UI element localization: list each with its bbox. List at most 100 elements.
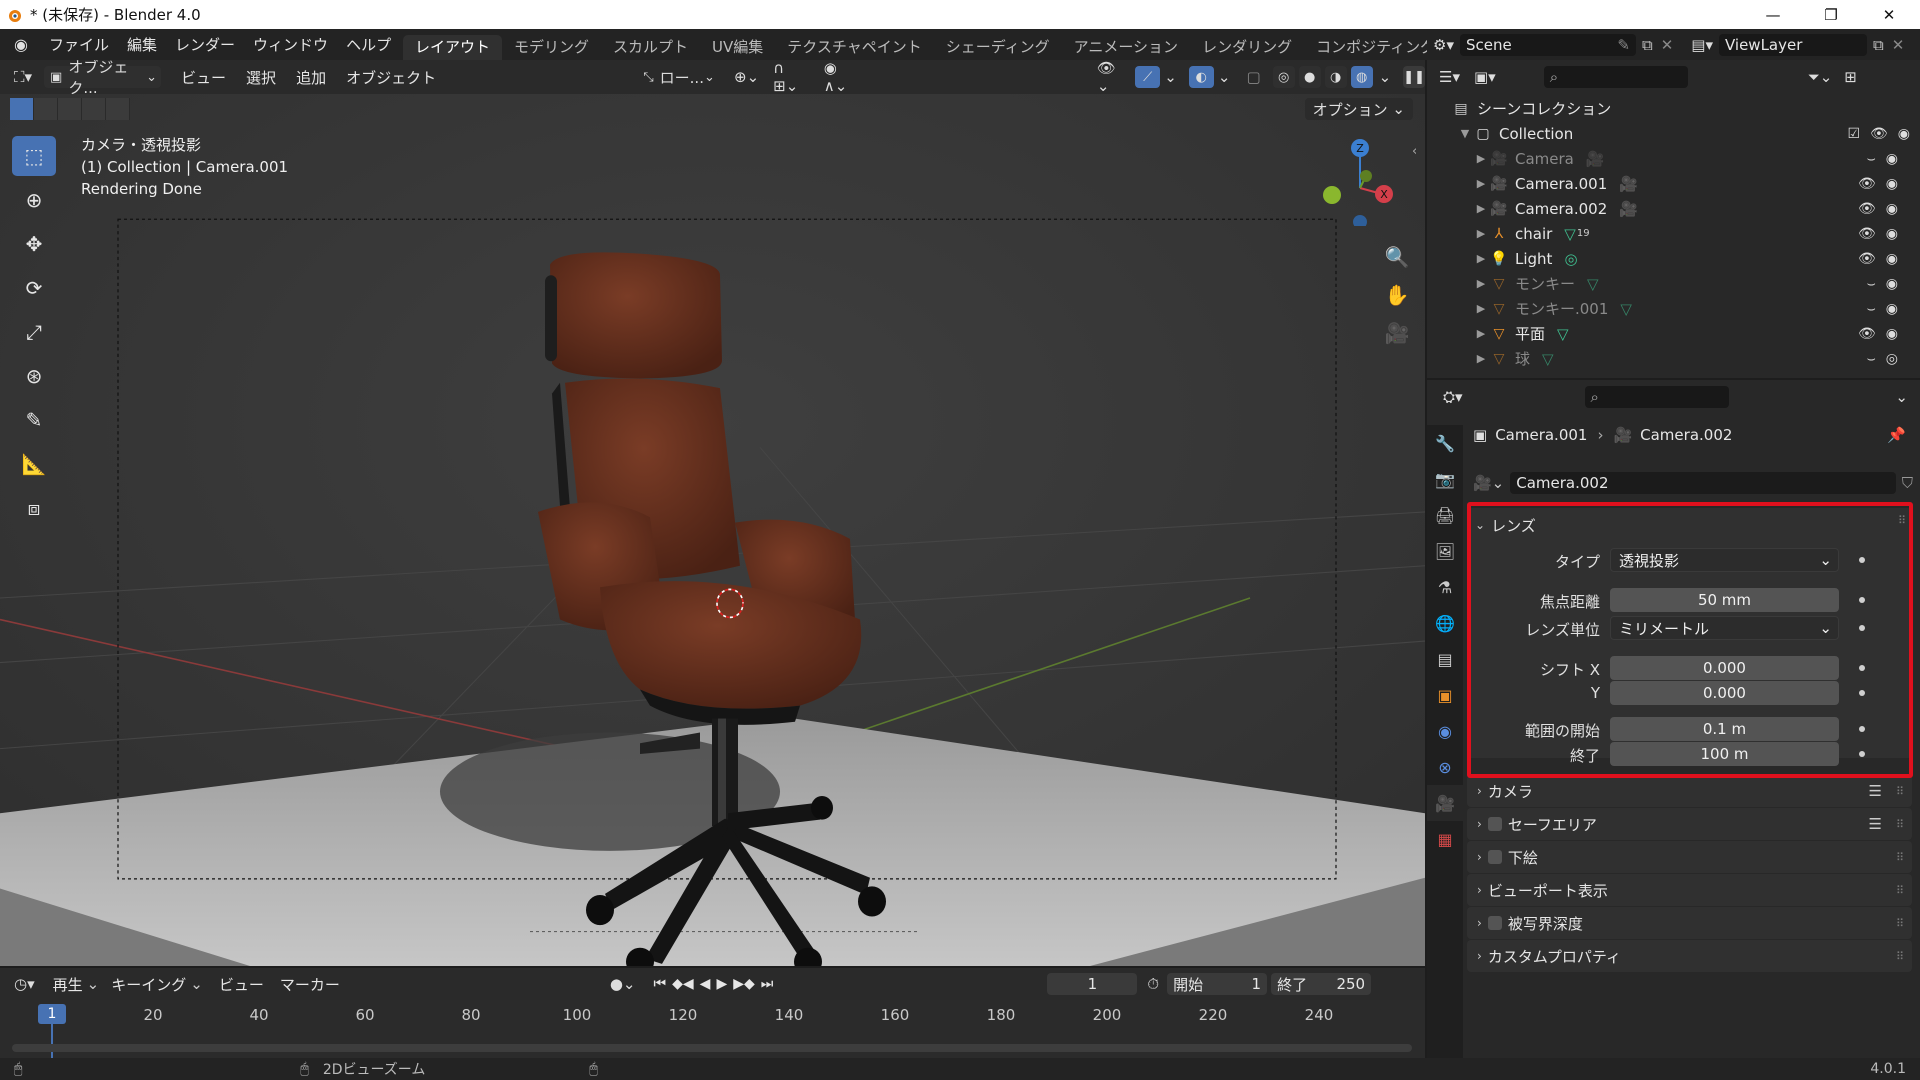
- transform-orientation-dropdown[interactable]: ⤡ ロー... ⌄: [636, 66, 722, 88]
- custom-properties-subpanel[interactable]: › カスタムプロパティ ⠿: [1467, 940, 1912, 972]
- tab-texture-paint[interactable]: テクスチャペイント: [775, 35, 933, 60]
- select-intersect-icon[interactable]: [106, 98, 130, 120]
- expand-arrow-icon[interactable]: ▶: [1473, 202, 1489, 215]
- tab-uv[interactable]: UV編集: [700, 35, 775, 60]
- select-extend-icon[interactable]: [34, 98, 58, 120]
- snap-icon[interactable]: ∩ ⊞⌄: [773, 60, 810, 95]
- solid-shading-icon[interactable]: ●: [1298, 66, 1321, 88]
- minimize-icon[interactable]: —: [1744, 0, 1802, 29]
- render-camera-icon[interactable]: ◉: [1886, 201, 1898, 217]
- camera-subpanel[interactable]: › カメラ ☰ ⠿: [1467, 775, 1912, 807]
- wireframe-shading-icon[interactable]: ◎: [1272, 66, 1295, 88]
- filter-icon[interactable]: ⏷⌄: [1808, 68, 1833, 86]
- preview-range-icon[interactable]: ⏱: [1147, 975, 1159, 993]
- eye-icon[interactable]: 👁: [1858, 201, 1876, 217]
- menu-file[interactable]: ファイル: [40, 34, 118, 55]
- menu-marker[interactable]: マーカー: [280, 974, 340, 995]
- maximize-icon[interactable]: ❐: [1802, 0, 1860, 29]
- depth-of-field-checkbox[interactable]: [1487, 916, 1502, 930]
- camera-data-tab-icon[interactable]: 🎥: [1427, 785, 1463, 821]
- menu-view[interactable]: ビュー: [181, 67, 226, 88]
- eye-icon[interactable]: 👁: [1870, 126, 1888, 142]
- new-scene-icon[interactable]: ⧉: [1642, 36, 1653, 54]
- options-dropdown[interactable]: オプション ⌄: [1304, 98, 1413, 120]
- camera-data-icon[interactable]: 🎥: [1619, 175, 1638, 193]
- pivot-icon[interactable]: ⊕⌄: [734, 68, 759, 86]
- pin-properties-icon[interactable]: 📌: [1887, 426, 1906, 444]
- new-viewlayer-icon[interactable]: ⧉: [1873, 36, 1884, 54]
- datablock-browse-icon[interactable]: 🎥⌄: [1473, 474, 1504, 492]
- auto-keying-icon[interactable]: ●⌄: [610, 975, 636, 993]
- tab-shading[interactable]: シェーディング: [934, 35, 1062, 60]
- render-camera-icon[interactable]: ◉: [1886, 226, 1898, 242]
- outliner-item-row[interactable]: ▶ ⅄ chair ▽ 19 👁 ◉: [1473, 221, 1920, 246]
- measure-tool-icon[interactable]: 📐: [12, 444, 56, 484]
- scale-tool-icon[interactable]: ⤢: [12, 312, 56, 352]
- eye-closed-icon[interactable]: ⌣: [1867, 301, 1876, 317]
- mesh-data-icon[interactable]: ▽: [1557, 325, 1569, 343]
- editor-type-icon[interactable]: ⛶▾: [14, 68, 32, 86]
- menu-keying[interactable]: キーイング: [111, 974, 186, 995]
- menu-object[interactable]: オブジェクト: [346, 67, 436, 88]
- outliner-item-row[interactable]: ▶ 💡 Light ◎ 👁 ◉: [1473, 246, 1920, 271]
- display-mode-icon[interactable]: ▣▾: [1474, 68, 1496, 86]
- timeline-editor-icon[interactable]: ◷▾: [14, 975, 35, 993]
- scene-icon[interactable]: ⚙▾: [1433, 36, 1454, 54]
- render-camera-icon[interactable]: ◎: [1886, 351, 1898, 367]
- prev-keyframe-icon[interactable]: ◆◀: [672, 976, 694, 992]
- collection-expand-icon[interactable]: ▼: [1457, 127, 1473, 140]
- render-camera-icon[interactable]: ◉: [1886, 276, 1898, 292]
- navigation-gizmo[interactable]: Z X: [1316, 136, 1396, 226]
- menu-window[interactable]: ウィンドウ: [244, 34, 337, 55]
- camera-data-icon[interactable]: 🎥: [1619, 200, 1638, 218]
- expand-arrow-icon[interactable]: ▶: [1473, 352, 1489, 365]
- eye-closed-icon[interactable]: ⌣: [1867, 151, 1876, 167]
- viewport-display-subpanel[interactable]: › ビューポート表示 ⠿: [1467, 874, 1912, 906]
- background-images-checkbox[interactable]: [1487, 850, 1502, 864]
- start-frame-field[interactable]: 開始 1: [1167, 973, 1268, 995]
- world-tab-icon[interactable]: 🌐: [1427, 605, 1463, 641]
- xray-icon[interactable]: ▢: [1246, 68, 1260, 86]
- mode-dropdown[interactable]: ▣ オブジェク... ⌄: [44, 60, 162, 97]
- tool-tab-icon[interactable]: 🔧: [1427, 425, 1463, 461]
- close-icon[interactable]: ✕: [1860, 0, 1918, 29]
- outliner-item-row[interactable]: ▶ 🎥 Camera.001 🎥 👁 ◉: [1473, 171, 1920, 196]
- output-tab-icon[interactable]: 🖨: [1427, 497, 1463, 533]
- outliner-editor-icon[interactable]: ☰▾: [1439, 68, 1460, 86]
- play-reverse-icon[interactable]: ◀: [700, 976, 711, 992]
- timeline-ruler[interactable]: 1 20 40 60 80 100 120 140 160 180 200 22…: [0, 1000, 1425, 1058]
- menu-help[interactable]: ヘルプ: [337, 34, 400, 55]
- outliner-item-row[interactable]: ▶ ▽ 平面 ▽ 👁 ◉: [1473, 321, 1920, 346]
- rotate-tool-icon[interactable]: ⟳: [12, 268, 56, 308]
- properties-editor-icon[interactable]: ⛭▾: [1443, 388, 1463, 406]
- texture-tab-icon[interactable]: ▦: [1427, 821, 1463, 857]
- new-collection-icon[interactable]: ⊞: [1844, 68, 1857, 86]
- eye-icon[interactable]: 👁: [1858, 326, 1876, 342]
- add-cube-tool-icon[interactable]: ⧈: [12, 488, 56, 528]
- light-data-icon[interactable]: ◎: [1564, 250, 1577, 268]
- viewlayer-icon[interactable]: ▤▾: [1691, 36, 1713, 54]
- outliner-search-input[interactable]: ⌕: [1543, 66, 1688, 88]
- cursor-tool-icon[interactable]: ⊕: [12, 180, 56, 220]
- eye-closed-icon[interactable]: ⌣: [1867, 276, 1876, 292]
- expand-arrow-icon[interactable]: ▶: [1473, 277, 1489, 290]
- tab-animation[interactable]: アニメーション: [1062, 35, 1190, 60]
- zoom-icon[interactable]: 🔍: [1380, 240, 1414, 274]
- menu-timeline-view[interactable]: ビュー: [219, 974, 264, 995]
- render-camera-icon[interactable]: ◉: [1886, 176, 1898, 192]
- constraints-tab-icon[interactable]: ⊗: [1427, 749, 1463, 785]
- safe-areas-subpanel[interactable]: › セーフエリア ☰ ⠿: [1467, 808, 1912, 840]
- mesh-data-icon[interactable]: ▽: [1587, 275, 1599, 293]
- pin-icon[interactable]: ✎: [1617, 36, 1630, 54]
- 3d-viewport[interactable]: ⛶▾ ▣ オブジェク... ⌄ ビュー 選択 追加 オブジェクト ⤡ ロー... ⌄ ⊕…: [0, 60, 1425, 966]
- playhead[interactable]: 1: [38, 1004, 66, 1024]
- outliner-item-row[interactable]: ▶ ▽ 球 ▽ ⌣ ◎: [1473, 346, 1920, 371]
- object-tab-icon[interactable]: ▣: [1427, 677, 1463, 713]
- tab-modeling[interactable]: モデリング: [502, 35, 601, 60]
- exclude-checkbox[interactable]: ☑: [1847, 126, 1860, 142]
- fake-user-shield-icon[interactable]: ⛉: [1902, 474, 1913, 492]
- background-images-subpanel[interactable]: › 下絵 ⠿: [1467, 841, 1912, 873]
- viewlayer-field[interactable]: ViewLayer: [1718, 33, 1867, 56]
- visibility-icon[interactable]: 👁⌄: [1097, 60, 1125, 95]
- scene-field[interactable]: Scene ✎: [1459, 33, 1636, 56]
